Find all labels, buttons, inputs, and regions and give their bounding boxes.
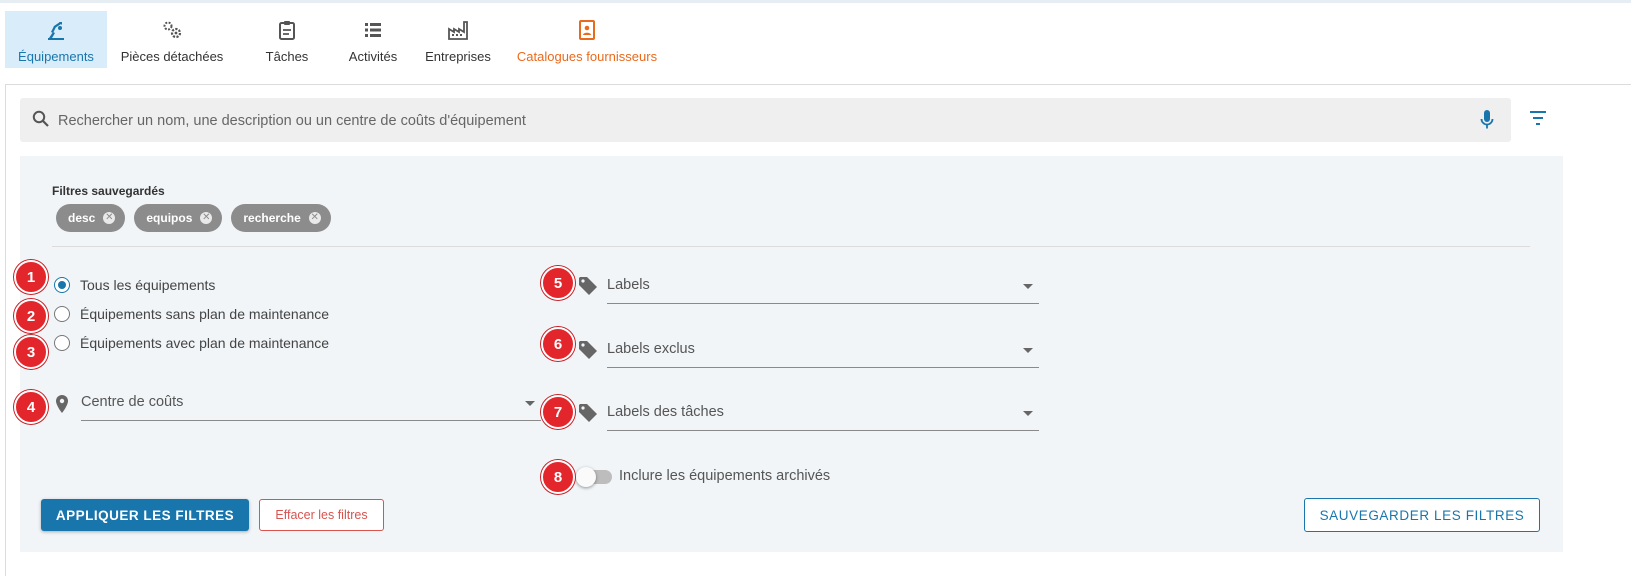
task-labels-select[interactable]: Labels des tâches (607, 396, 1039, 431)
chip-label: equipos (146, 211, 193, 225)
equipment-icon (45, 17, 67, 43)
annotation-badge: 7 (541, 395, 575, 429)
close-icon[interactable]: ✕ (200, 212, 213, 224)
select-label: Centre de coûts (81, 394, 184, 410)
close-icon[interactable]: ✕ (103, 212, 116, 224)
factory-icon (447, 17, 469, 43)
radio-button[interactable] (54, 277, 70, 293)
search-icon (32, 110, 50, 133)
tag-icon (578, 276, 598, 301)
tab-catalogues-fournisseurs[interactable]: Catalogues fournisseurs (507, 11, 667, 68)
tab-taches[interactable]: Tâches (237, 11, 337, 68)
labels-select[interactable]: Labels (607, 269, 1039, 304)
apply-filters-button[interactable]: APPLIQUER LES FILTRES (41, 499, 249, 531)
top-border (0, 0, 1631, 3)
caret-down-icon (525, 401, 535, 406)
include-archived-toggle[interactable] (576, 467, 612, 487)
annotation-badge: 1 (14, 260, 48, 294)
saved-filter-chips: desc ✕ equipos ✕ recherche ✕ (56, 204, 331, 232)
radio-label: Équipements avec plan de maintenance (80, 335, 330, 351)
saved-filter-chip[interactable]: recherche ✕ (231, 204, 331, 232)
radio-label: Tous les équipements (80, 277, 216, 293)
saved-filter-chip[interactable]: desc ✕ (56, 204, 126, 232)
caret-down-icon (1023, 284, 1033, 289)
close-icon[interactable]: ✕ (308, 212, 321, 224)
cost-center-select[interactable]: Centre de coûts (81, 386, 541, 421)
tab-label: Pièces détachées (120, 49, 224, 64)
tab-label: Entreprises (425, 49, 491, 64)
module-tabs: Équipements Pièces détachées Tâches Acti… (5, 11, 667, 68)
annotation-badge: 5 (541, 266, 575, 300)
chip-label: recherche (243, 211, 301, 225)
search-bar (20, 98, 1511, 144)
location-pin-icon (55, 394, 69, 419)
radio-button[interactable] (54, 335, 70, 351)
chip-label: desc (68, 211, 96, 225)
select-label: Labels des tâches (607, 404, 724, 420)
tab-label: Tâches (265, 49, 309, 64)
catalog-icon (578, 17, 596, 43)
tab-label: Catalogues fournisseurs (516, 49, 658, 64)
tab-equipements[interactable]: Équipements (5, 11, 107, 68)
annotation-badge: 8 (541, 460, 575, 494)
radio-all-equipment[interactable]: Tous les équipements (54, 277, 215, 293)
saved-filter-chip[interactable]: equipos ✕ (134, 204, 223, 232)
divider (52, 246, 1530, 247)
saved-filters-label: Filtres sauvegardés (52, 184, 165, 198)
caret-down-icon (1023, 411, 1033, 416)
select-label: Labels exclus (607, 341, 695, 357)
gears-icon (161, 17, 183, 43)
radio-with-plan[interactable]: Équipements avec plan de maintenance (54, 335, 329, 351)
tab-activites[interactable]: Activités (337, 11, 409, 68)
select-label: Labels (607, 277, 650, 293)
list-icon (363, 17, 383, 43)
search-input[interactable] (56, 98, 1440, 144)
radio-label: Équipements sans plan de maintenance (80, 306, 330, 322)
filter-icon[interactable] (1528, 110, 1548, 131)
annotation-badge: 2 (14, 299, 48, 333)
tab-pieces-detachees[interactable]: Pièces détachées (107, 11, 237, 68)
caret-down-icon (1023, 348, 1033, 353)
clear-filters-button[interactable]: Effacer les filtres (259, 499, 384, 531)
radio-without-plan[interactable]: Équipements sans plan de maintenance (54, 306, 329, 322)
tab-label: Activités (348, 49, 398, 64)
include-archived-label: Inclure les équipements archivés (619, 468, 831, 484)
annotation-badge: 3 (14, 335, 48, 369)
annotation-badge: 6 (541, 327, 575, 361)
tab-label: Équipements (18, 49, 94, 64)
tab-entreprises[interactable]: Entreprises (409, 11, 507, 68)
excluded-labels-select[interactable]: Labels exclus (607, 333, 1039, 368)
microphone-icon[interactable] (1479, 109, 1495, 136)
radio-button[interactable] (54, 306, 70, 322)
annotation-badge: 4 (14, 390, 48, 424)
clipboard-icon (277, 17, 297, 43)
tag-icon (578, 403, 598, 428)
save-filters-button[interactable]: SAUVEGARDER LES FILTRES (1304, 498, 1540, 532)
tag-icon (578, 340, 598, 365)
